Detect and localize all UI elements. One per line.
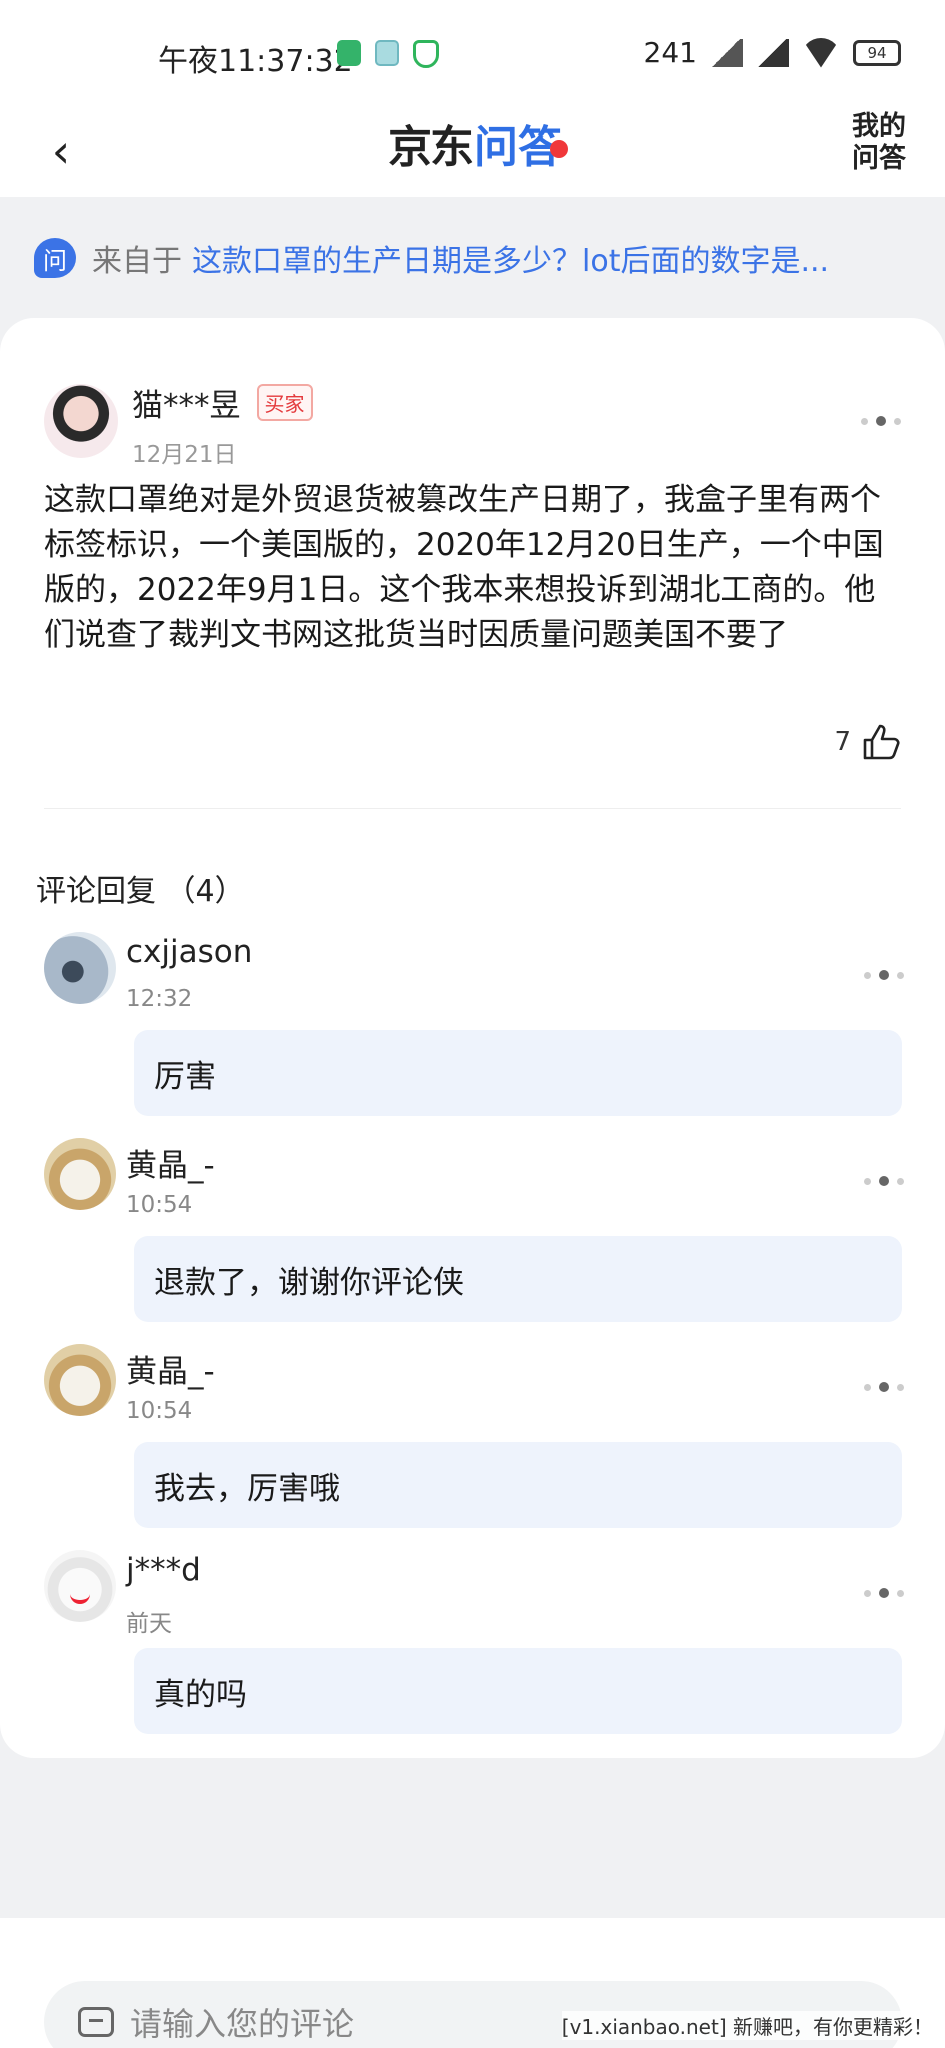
divider	[44, 808, 901, 809]
comment-username: j***d	[126, 1552, 201, 1588]
thumbs-up-icon	[863, 724, 900, 760]
comment-bubble: 我去，厉害哦	[134, 1442, 902, 1528]
logo-wenda: 问答	[474, 122, 562, 173]
watermark: [v1.xianbao.net] 新赚吧，有你更精彩！	[561, 2011, 933, 2040]
comment-username: 黄晶_-	[126, 1354, 215, 1390]
chevron-left-icon: ‹	[51, 124, 71, 178]
comment-username: 黄晶_-	[126, 1148, 215, 1184]
comment-time: 前天	[126, 1611, 172, 1637]
avatar[interactable]	[44, 1344, 116, 1416]
comment-input-placeholder: 请输入您的评论	[130, 2005, 355, 2043]
notification-icons	[337, 40, 439, 68]
question-link[interactable]: 这款口罩的生产日期是多少？lot后面的数字是...	[192, 236, 912, 280]
avatar[interactable]	[44, 932, 116, 1004]
answer-header: 猫***昱 买家 12月21日	[44, 384, 313, 469]
comment-username: cxjjason	[126, 934, 253, 970]
avatar[interactable]	[44, 1138, 116, 1210]
avatar[interactable]	[44, 384, 118, 458]
battery-icon: 94	[853, 39, 901, 66]
user-line: 猫***昱 买家	[132, 380, 313, 425]
like-count: 7	[834, 727, 851, 757]
answer-card: 猫***昱 买家 12月21日 这款口罩绝对是外贸退货被篡改生产日期了，我盒子里…	[0, 318, 945, 1758]
back-button[interactable]: ‹	[36, 121, 86, 181]
answer-text: 这款口罩绝对是外贸退货被篡改生产日期了，我盒子里有两个标签标识，一个美国版的，2…	[44, 482, 884, 653]
buyer-badge: 买家	[256, 384, 313, 421]
signal-icon-2	[755, 38, 789, 67]
shield-icon	[413, 40, 439, 68]
jd-wenda-logo: 京东 问答	[388, 113, 568, 173]
more-options-icon[interactable]	[861, 406, 901, 436]
battery-saver-icon	[337, 40, 361, 66]
answer-date: 12月21日	[132, 442, 237, 468]
logo-dot	[550, 140, 568, 158]
more-options-icon[interactable]	[864, 1578, 904, 1608]
my-qa-button[interactable]: 我的问答	[847, 111, 911, 175]
app-notification-icon	[375, 40, 399, 66]
source-prefix: 来自于	[92, 244, 182, 279]
comment-item: cxjjason 12:32 厉害	[44, 932, 904, 1122]
status-time: 午夜11:37:32	[158, 44, 353, 79]
chat-icon	[78, 2007, 114, 2037]
question-icon: 问	[34, 238, 76, 278]
comment-item: j***d 前天 真的吗	[44, 1550, 904, 1740]
more-options-icon[interactable]	[864, 1372, 904, 1402]
comment-time: 10:54	[126, 1192, 193, 1218]
comment-bubble: 退款了，谢谢你评论侠	[134, 1236, 902, 1322]
comment-time: 10:54	[126, 1398, 193, 1424]
comment-item: 黄晶_- 10:54 退款了，谢谢你评论侠	[44, 1138, 904, 1328]
comment-time: 12:32	[126, 986, 193, 1012]
answer-username: 猫***昱	[132, 388, 241, 424]
question-source[interactable]: 问 来自于 这款口罩的生产日期是多少？lot后面的数字是...	[0, 222, 945, 294]
network-speed: 241	[643, 36, 697, 69]
more-options-icon[interactable]	[864, 1166, 904, 1196]
comment-bubble: 真的吗	[134, 1648, 902, 1734]
comment-bubble: 厉害	[134, 1030, 902, 1116]
nav-bar: ‹ 京东 问答 我的问答	[0, 105, 945, 197]
signal-icon	[709, 38, 743, 67]
comment-item: 黄晶_- 10:54 我去，厉害哦	[44, 1344, 904, 1534]
avatar[interactable]	[44, 1550, 116, 1622]
more-options-icon[interactable]	[864, 960, 904, 990]
like-button[interactable]: 7	[834, 722, 901, 762]
status-right: 241 94	[644, 36, 901, 69]
logo-jd: 京东	[388, 122, 474, 173]
answer-user-meta: 猫***昱 买家 12月21日	[132, 380, 313, 469]
status-bar: 午夜11:37:32 241 94	[0, 0, 945, 105]
comments-title: 评论回复 （4）	[36, 874, 245, 909]
wifi-icon	[801, 38, 841, 68]
